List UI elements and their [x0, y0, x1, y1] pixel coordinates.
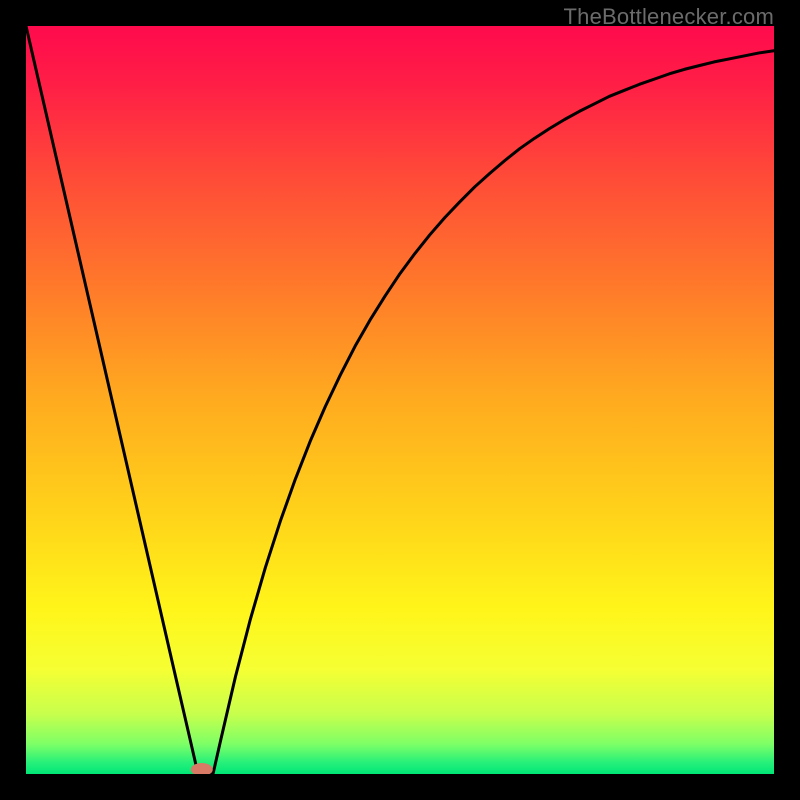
chart-frame — [26, 26, 774, 774]
chart-background — [26, 26, 774, 774]
bottleneck-chart — [26, 26, 774, 774]
